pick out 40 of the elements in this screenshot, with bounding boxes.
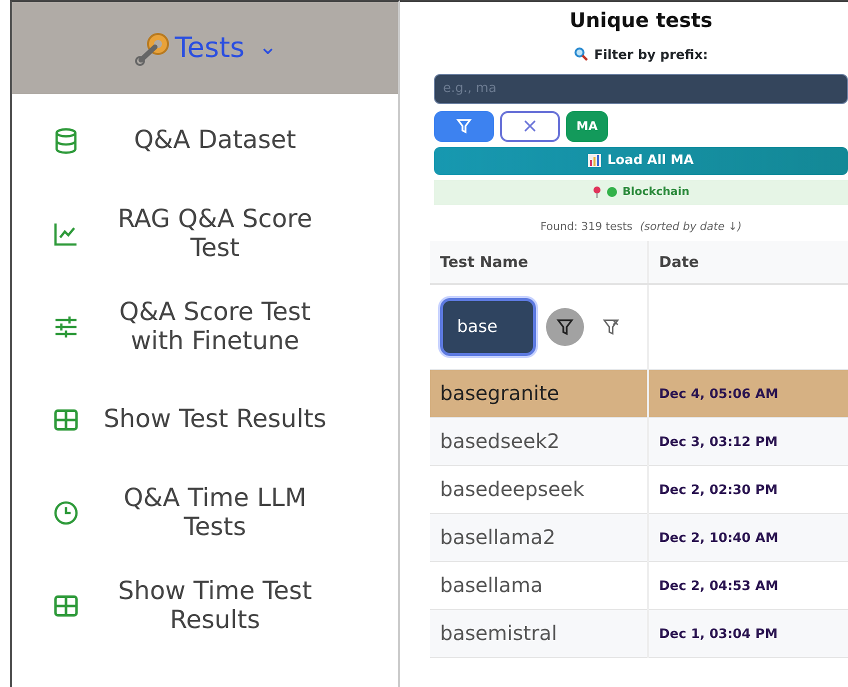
test-date: Dec 2, 04:53 AM [659, 579, 778, 594]
column-header: Test Name [440, 252, 528, 271]
pin-icon [592, 186, 601, 198]
sidebar-item[interactable]: Q&A Time LLM Tests [12, 466, 398, 559]
apply-filter-button[interactable] [546, 308, 584, 346]
test-date: Dec 1, 03:04 PM [659, 627, 778, 642]
sidebar-item[interactable]: Show Test Results [12, 373, 398, 466]
test-name: basedseek2 [440, 429, 560, 453]
load-all-button[interactable]: Load All MA [434, 146, 848, 174]
test-date: Dec 3, 03:12 PM [659, 435, 778, 450]
panel-title: Unique tests [568, 8, 714, 32]
sidebar-item[interactable]: Show Time Test Results [12, 559, 398, 652]
ma-button[interactable]: MA [566, 110, 608, 142]
clear-button[interactable] [500, 110, 560, 142]
close-icon [523, 119, 537, 133]
search-icon [574, 47, 588, 61]
clock-icon [52, 498, 80, 526]
sidebar-item[interactable]: Q&A Dataset [12, 94, 398, 187]
filter-button[interactable] [434, 110, 494, 142]
test-date: Dec 2, 02:30 PM [659, 483, 778, 498]
test-name: basellama [440, 573, 543, 597]
tag-label: Blockchain [622, 184, 690, 200]
filter-label: Filter by prefix: [594, 48, 708, 63]
sort-note: (sorted by date ↓) [640, 220, 742, 232]
sidebar-item[interactable]: RAG Q&A Score Test [12, 187, 398, 280]
test-name: basellama2 [440, 525, 556, 549]
test-date: Dec 2, 10:40 AM [659, 531, 778, 546]
column-header: Date [659, 252, 699, 271]
test-name: basedeepseek [440, 477, 584, 501]
filter-icon [456, 118, 472, 134]
bar-chart-icon [588, 154, 602, 167]
clear-filter-icon [602, 318, 620, 336]
sidebar-item[interactable]: Q&A Score Test with Finetune [12, 280, 398, 373]
found-count: Found: 319 tests [540, 220, 632, 232]
dot-icon [606, 187, 617, 197]
test-date: Dec 4, 05:06 AM [659, 387, 778, 402]
test-name: basegranite [440, 381, 560, 405]
filter-icon [556, 318, 574, 336]
name-filter-field[interactable]: base [440, 298, 536, 356]
test-name: basemistral [440, 621, 558, 645]
